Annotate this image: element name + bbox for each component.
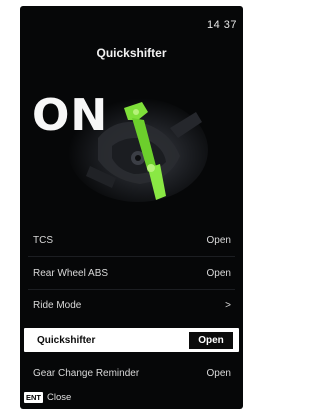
device-bezel: 14 37 Quickshifter ON TCS Open Rear Whee…: [0, 0, 245, 415]
settings-menu: TCS Open Rear Wheel ABS Open Ride Mode >…: [20, 6, 243, 409]
divider: [28, 289, 235, 290]
display-screen: 14 37 Quickshifter ON TCS Open Rear Whee…: [20, 6, 243, 409]
divider: [28, 256, 235, 257]
menu-item-label: Quickshifter: [37, 334, 96, 346]
menu-item-quickshifter[interactable]: Quickshifter Open: [24, 328, 239, 352]
footer-hint: ENT Close: [24, 390, 71, 404]
menu-item-value: Open: [206, 267, 231, 279]
menu-item-label: Ride Mode: [33, 299, 82, 311]
menu-item-label: Gear Change Reminder: [33, 367, 140, 379]
menu-item-tcs[interactable]: TCS Open: [20, 228, 243, 252]
ent-key-badge[interactable]: ENT: [24, 391, 43, 403]
menu-item-label: Rear Wheel ABS: [33, 267, 109, 279]
menu-item-value: Open: [206, 367, 231, 379]
footer-action-label: Close: [47, 391, 72, 403]
menu-item-label: TCS: [33, 234, 53, 246]
menu-item-value: Open: [206, 234, 231, 246]
menu-item-value: Open: [189, 331, 233, 349]
menu-item-gear-change-reminder[interactable]: Gear Change Reminder Open: [20, 361, 243, 385]
chevron-right-icon: >: [225, 299, 231, 311]
menu-item-ride-mode[interactable]: Ride Mode >: [20, 293, 243, 317]
menu-item-rear-wheel-abs[interactable]: Rear Wheel ABS Open: [20, 261, 243, 285]
